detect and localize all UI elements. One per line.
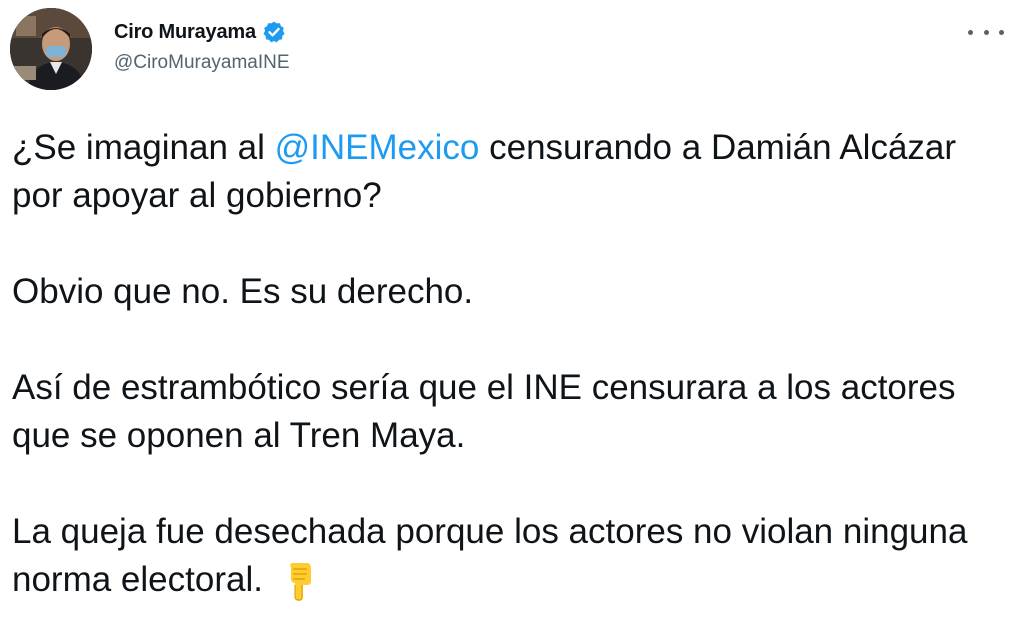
backhand-pointing-down-icon [279, 561, 319, 601]
author-handle[interactable]: @CiroMurayamaINE [114, 52, 290, 74]
mention-link[interactable]: @INEMexico [275, 128, 480, 167]
tweet-paragraph-4: La queja fue desechada porque los actore… [12, 508, 992, 604]
verified-badge-icon [262, 20, 286, 44]
more-options-icon[interactable] [968, 20, 1004, 44]
author-name[interactable]: Ciro Murayama [114, 21, 256, 44]
avatar-photo [10, 8, 92, 90]
tweet-paragraph-1: ¿Se imaginan al @INEMexico censurando a … [12, 124, 992, 220]
tweet-paragraph-3: Así de estrambótico sería que el INE cen… [12, 368, 956, 455]
tweet-paragraph-2: Obvio que no. Es su derecho. [12, 272, 474, 311]
tweet-card: Ciro Murayama @CiroMurayamaINE ¿Se imagi… [0, 0, 1028, 620]
tweet-text-segment: La queja fue desechada porque los actore… [12, 512, 968, 599]
author-avatar[interactable] [10, 8, 92, 90]
tweet-text: ¿Se imaginan al @INEMexico censurando a … [12, 124, 992, 604]
author-name-row[interactable]: Ciro Murayama [114, 18, 286, 46]
tweet-text-segment: ¿Se imaginan al [12, 128, 275, 167]
